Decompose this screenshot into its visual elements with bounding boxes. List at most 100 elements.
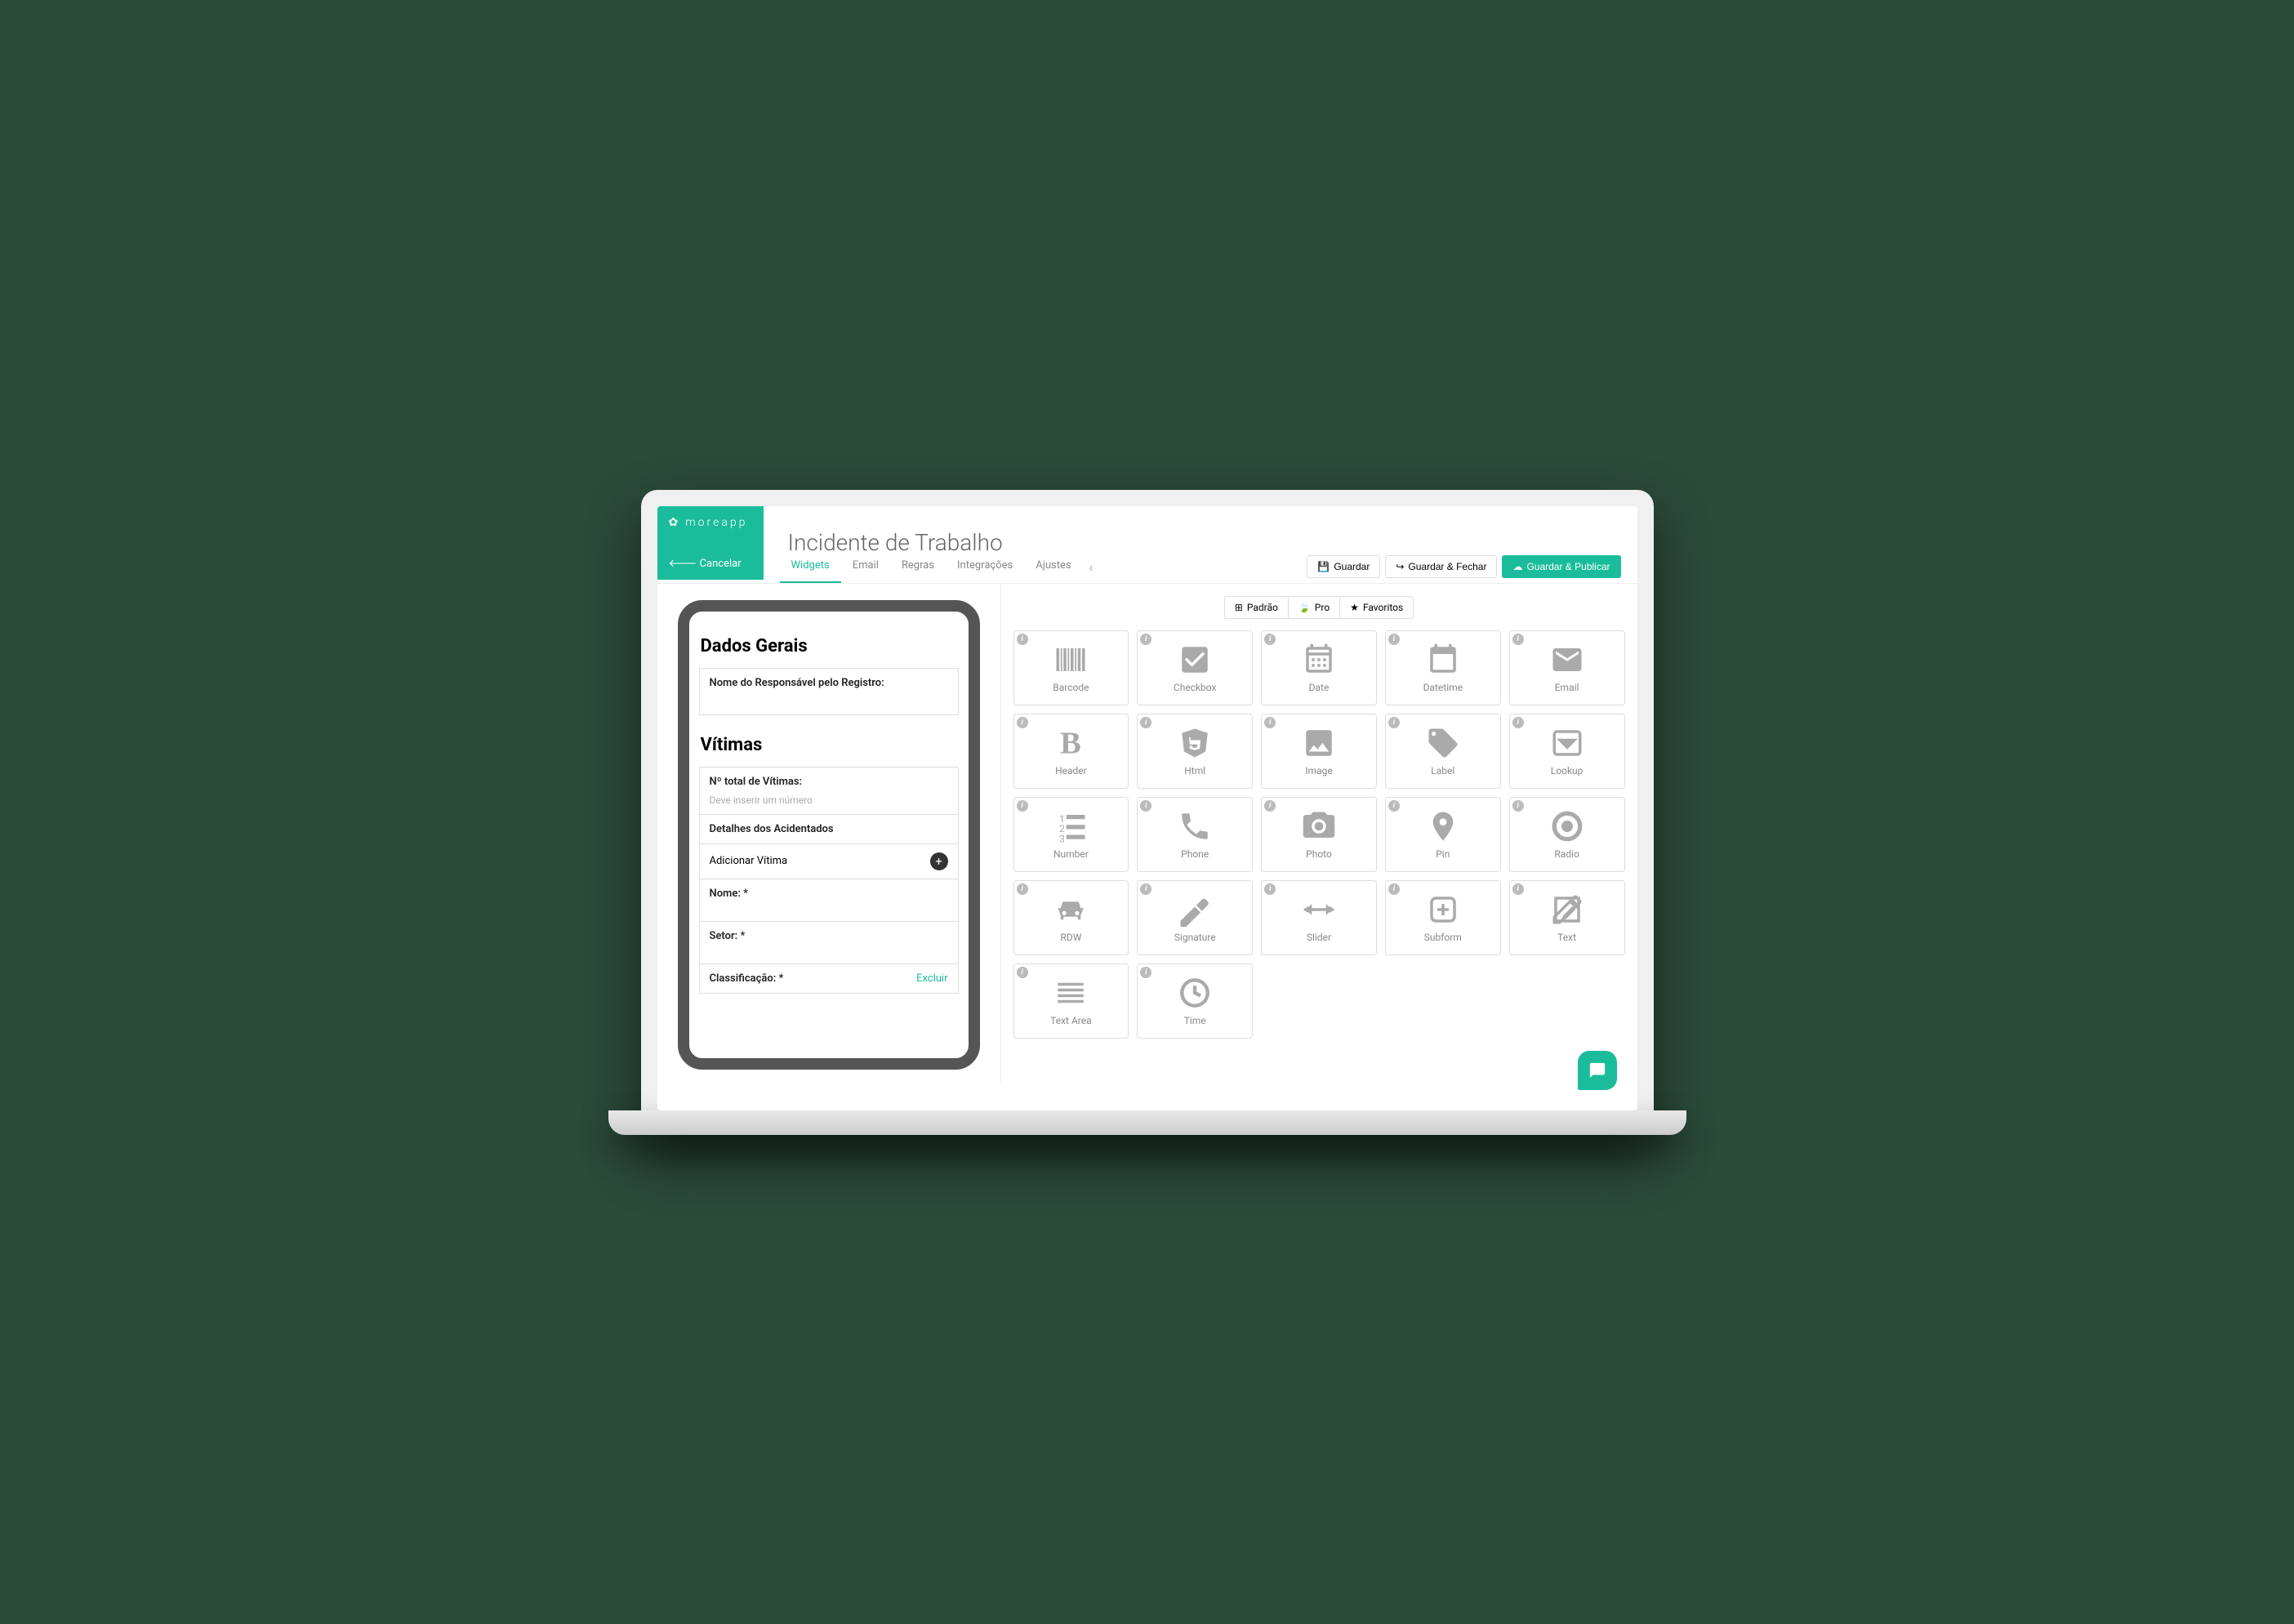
- widget-photo[interactable]: iPhoto: [1261, 797, 1377, 872]
- info-icon[interactable]: i: [1017, 800, 1028, 812]
- save-publish-button[interactable]: ☁Guardar & Publicar: [1502, 555, 1620, 578]
- category-default[interactable]: ⊞Padrão: [1224, 596, 1289, 619]
- widget-subform[interactable]: i Subform: [1385, 880, 1501, 955]
- widget-date[interactable]: i Date: [1261, 630, 1377, 705]
- form-field[interactable]: Nº total de Vítimas: Deve inserir um núm…: [699, 767, 959, 815]
- text-icon: [1550, 892, 1584, 927]
- widget-label: RDW: [1060, 932, 1081, 943]
- widget-label: Checkbox: [1174, 682, 1217, 693]
- category-pro[interactable]: 🍃Pro: [1289, 596, 1340, 619]
- widget-datetime[interactable]: i Datetime: [1385, 630, 1501, 705]
- tab-integrations[interactable]: Integrações: [946, 551, 1024, 583]
- info-icon[interactable]: i: [1017, 883, 1028, 895]
- header-icon: B: [1053, 726, 1088, 760]
- tab-widgets[interactable]: Widgets: [780, 551, 841, 583]
- widget-phone[interactable]: i Phone: [1137, 797, 1253, 872]
- cancel-button[interactable]: 🡐 Cancelar: [669, 557, 742, 570]
- radio-icon: [1550, 809, 1584, 843]
- widget-barcode[interactable]: iBarcode: [1013, 630, 1129, 705]
- widget-label: Phone: [1181, 848, 1209, 860]
- info-icon[interactable]: i: [1264, 800, 1276, 812]
- signature-icon: [1178, 892, 1212, 927]
- email-icon: [1550, 643, 1584, 677]
- info-icon[interactable]: i: [1512, 800, 1524, 812]
- widget-label: Signature: [1174, 932, 1216, 943]
- rdw-icon: [1053, 892, 1088, 927]
- time-icon: [1178, 976, 1212, 1010]
- html-icon: [1178, 726, 1212, 760]
- info-icon[interactable]: i: [1140, 800, 1151, 812]
- info-icon[interactable]: i: [1140, 634, 1151, 645]
- editor-tabs: Widgets Email Regras Integrações Ajustes…: [780, 551, 1100, 583]
- widget-text[interactable]: iText: [1509, 880, 1625, 955]
- tab-email[interactable]: Email: [841, 551, 890, 583]
- info-icon[interactable]: i: [1388, 883, 1400, 895]
- info-icon[interactable]: i: [1512, 634, 1524, 645]
- star-icon: ★: [1350, 602, 1359, 613]
- tab-settings[interactable]: Ajustes: [1024, 551, 1082, 583]
- tabs-scroll-left-icon[interactable]: ‹: [1083, 551, 1100, 583]
- info-icon[interactable]: i: [1140, 717, 1151, 728]
- widget-lookup[interactable]: i Lookup: [1509, 714, 1625, 789]
- info-icon[interactable]: i: [1017, 634, 1028, 645]
- brand-panel: ✿moreapp 🡐 Cancelar: [657, 506, 764, 580]
- tab-rules[interactable]: Regras: [890, 551, 946, 583]
- widget-rdw[interactable]: i RDW: [1013, 880, 1129, 955]
- widget-label: Label: [1431, 765, 1454, 776]
- save-close-button[interactable]: ↪Guardar & Fechar: [1385, 555, 1497, 578]
- info-icon[interactable]: i: [1388, 800, 1400, 812]
- textarea-icon: [1053, 976, 1088, 1010]
- info-icon[interactable]: i: [1140, 883, 1151, 895]
- form-field[interactable]: Setor: *: [699, 922, 959, 964]
- add-victim-button[interactable]: Adicionar Vítima +: [699, 844, 959, 879]
- widget-label: Radio: [1554, 848, 1579, 860]
- widget-signature[interactable]: i Signature: [1137, 880, 1253, 955]
- info-icon[interactable]: i: [1264, 634, 1276, 645]
- widget-email[interactable]: iEmail: [1509, 630, 1625, 705]
- widget-pin[interactable]: iPin: [1385, 797, 1501, 872]
- widget-label: Html: [1184, 765, 1205, 776]
- info-icon[interactable]: i: [1512, 883, 1524, 895]
- widget-slider[interactable]: iSlider: [1261, 880, 1377, 955]
- widget-label: Lookup: [1551, 765, 1584, 776]
- widget-checkbox[interactable]: i Checkbox: [1137, 630, 1253, 705]
- info-icon[interactable]: i: [1388, 634, 1400, 645]
- widget-radio[interactable]: i Radio: [1509, 797, 1625, 872]
- category-favorites[interactable]: ★Favoritos: [1340, 596, 1414, 619]
- widget-label: Image: [1305, 765, 1332, 776]
- widget-label: Datetime: [1423, 682, 1463, 693]
- widget-html[interactable]: i Html: [1137, 714, 1253, 789]
- widget-label: Text Area: [1050, 1015, 1091, 1026]
- widget-image[interactable]: i Image: [1261, 714, 1377, 789]
- info-icon[interactable]: i: [1140, 967, 1151, 978]
- form-field[interactable]: Classificação: * Excluir: [699, 964, 959, 994]
- form-field[interactable]: Nome: *: [699, 879, 959, 922]
- info-icon[interactable]: i: [1017, 967, 1028, 978]
- chat-button[interactable]: [1578, 1051, 1617, 1090]
- chat-icon: [1588, 1061, 1606, 1079]
- widget-label: Subform: [1424, 932, 1462, 943]
- dashboard-icon: ⊞: [1235, 602, 1243, 613]
- widget-label: Header: [1055, 765, 1087, 776]
- info-icon[interactable]: i: [1264, 883, 1276, 895]
- brand-logo: ✿moreapp: [669, 516, 748, 529]
- phone-preview: Dados Gerais Nome do Responsável pelo Re…: [678, 600, 980, 1070]
- info-icon[interactable]: i: [1264, 717, 1276, 728]
- widget-number[interactable]: i123Number: [1013, 797, 1129, 872]
- slider-icon: [1302, 892, 1336, 927]
- widget-label[interactable]: i Label: [1385, 714, 1501, 789]
- widget-textarea[interactable]: i Text Area: [1013, 963, 1129, 1039]
- save-button[interactable]: 💾Guardar: [1307, 555, 1380, 578]
- barcode-icon: [1053, 643, 1088, 677]
- form-field[interactable]: Nome do Responsável pelo Registro:: [699, 668, 959, 715]
- widget-label: Date: [1309, 682, 1330, 693]
- section-heading: Dados Gerais: [701, 636, 957, 656]
- widget-header[interactable]: i B Header: [1013, 714, 1129, 789]
- info-icon[interactable]: i: [1388, 717, 1400, 728]
- photo-icon: [1302, 809, 1336, 843]
- info-icon[interactable]: i: [1512, 717, 1524, 728]
- info-icon[interactable]: i: [1017, 717, 1028, 728]
- subform-icon: [1426, 892, 1460, 927]
- widget-time[interactable]: iTime: [1137, 963, 1253, 1039]
- delete-link[interactable]: Excluir: [916, 972, 947, 985]
